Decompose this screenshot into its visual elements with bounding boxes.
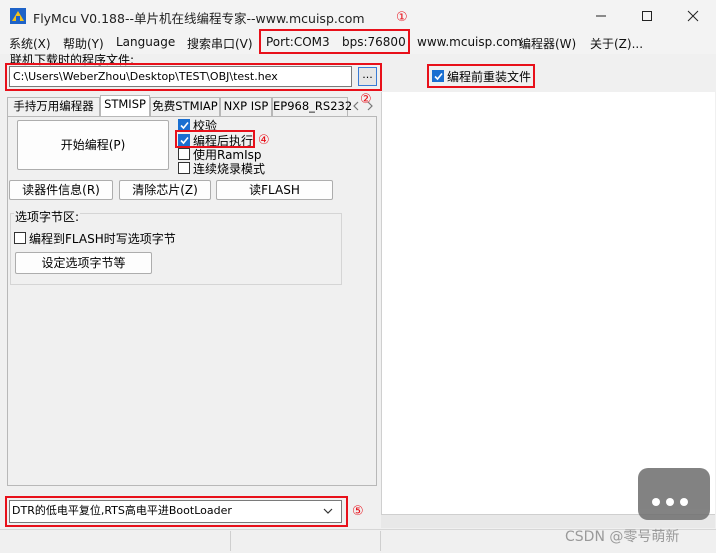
start-programming-button[interactable]: 开始编程(P) bbox=[17, 120, 169, 170]
continuous-mode-label: 连续烧录模式 bbox=[193, 162, 266, 176]
chat-dots-icon bbox=[652, 498, 688, 506]
maximize-icon bbox=[642, 11, 652, 21]
menu-system[interactable]: 系统(X) bbox=[9, 35, 51, 52]
close-icon bbox=[687, 10, 699, 22]
tab-stmisp[interactable]: STMISP bbox=[100, 95, 150, 117]
menu-search-port[interactable]: 搜索串口(V) bbox=[187, 35, 253, 52]
read-flash-button[interactable]: 读FLASH bbox=[216, 180, 333, 200]
continuous-mode-checkbox[interactable] bbox=[178, 162, 190, 174]
read-device-info-button[interactable]: 读器件信息(R) bbox=[9, 180, 113, 200]
annotation-box-dtr bbox=[5, 496, 348, 527]
csdn-watermark: CSDN @零号萌新 bbox=[565, 529, 680, 545]
menu-language[interactable]: Language bbox=[116, 35, 175, 49]
tab-handheld-programmer[interactable]: 手持万用编程器 bbox=[7, 97, 100, 116]
annotation-5: ⑤ bbox=[352, 504, 364, 519]
annotation-box-reload bbox=[427, 64, 535, 88]
stmisp-panel bbox=[7, 116, 377, 486]
status-separator bbox=[380, 531, 381, 551]
menu-help[interactable]: 帮助(Y) bbox=[63, 35, 104, 52]
minimize-button[interactable] bbox=[578, 0, 624, 32]
window-title: FlyMcu V0.188--单片机在线编程专家--www.mcuisp.com bbox=[33, 11, 365, 26]
menu-website[interactable]: www.mcuisp.com bbox=[417, 35, 522, 49]
use-ramisp-checkbox[interactable] bbox=[178, 148, 190, 160]
maximize-button[interactable] bbox=[624, 0, 670, 32]
tab-ep968[interactable]: EP968_RS232 bbox=[272, 97, 352, 116]
annotation-1: ① bbox=[396, 10, 408, 25]
chat-bubble-icon[interactable] bbox=[638, 468, 710, 520]
set-option-bytes-button[interactable]: 设定选项字节等 bbox=[15, 252, 152, 274]
annotation-box-file bbox=[5, 63, 382, 91]
tab-scroll-arrows[interactable] bbox=[350, 99, 376, 113]
option-bytes-title: 选项字节区: bbox=[14, 208, 81, 225]
log-output-area[interactable] bbox=[381, 92, 715, 514]
close-button[interactable] bbox=[670, 0, 716, 32]
erase-chip-button[interactable]: 清除芯片(Z) bbox=[119, 180, 211, 200]
annotation-box-port bbox=[259, 29, 410, 54]
status-separator bbox=[230, 531, 231, 551]
menu-about[interactable]: 关于(Z)... bbox=[590, 35, 643, 52]
minimize-icon bbox=[596, 15, 606, 17]
menu-programmer[interactable]: 编程器(W) bbox=[519, 35, 576, 52]
write-option-bytes-checkbox[interactable] bbox=[14, 232, 26, 244]
flymcu-app-icon bbox=[10, 8, 26, 24]
write-option-bytes-label: 编程到FLASH时写选项字节 bbox=[29, 232, 176, 246]
check-icon bbox=[180, 121, 189, 130]
tab-nxp-isp[interactable]: NXP ISP bbox=[220, 97, 272, 116]
tab-stmiap[interactable]: 免费STMIAP bbox=[150, 97, 220, 116]
